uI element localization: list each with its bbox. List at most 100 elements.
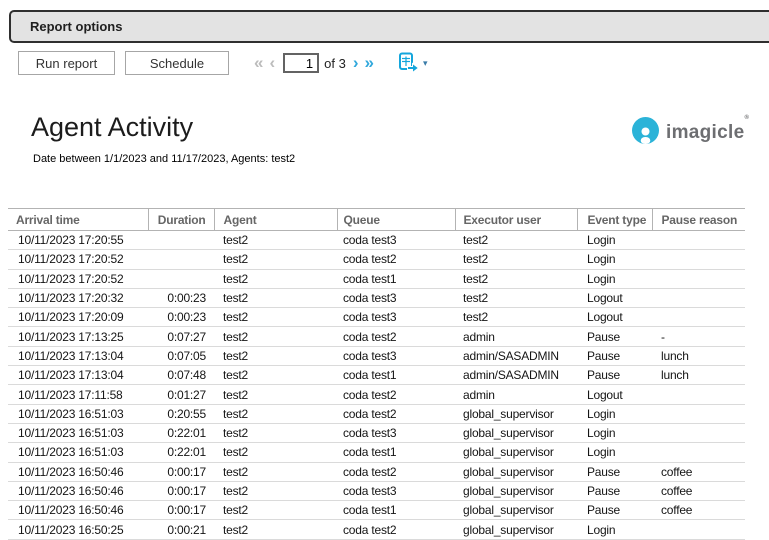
cell-queue: coda test2: [337, 462, 455, 481]
imagicle-logo-icon: [632, 117, 659, 149]
table-row: 10/11/2023 16:50:46 0:00:17 test2 coda t…: [8, 501, 745, 520]
cell-agent: test2: [214, 308, 337, 327]
cell-duration: 0:00:23: [148, 288, 214, 307]
cell-agent: test2: [214, 327, 337, 346]
cell-duration: 0:07:48: [148, 366, 214, 385]
cell-executor-user: test2: [455, 231, 577, 250]
table-header-row: Arrival time Duration Agent Queue Execut…: [8, 209, 745, 231]
cell-pause-reason: [652, 269, 745, 288]
cell-agent: test2: [214, 231, 337, 250]
cell-arrival-time: 10/11/2023 16:51:03: [8, 443, 148, 462]
cell-queue: coda test2: [337, 250, 455, 269]
cell-duration: 0:00:17: [148, 462, 214, 481]
cell-arrival-time: 10/11/2023 17:20:32: [8, 288, 148, 307]
table-row: 10/11/2023 16:50:46 0:00:17 test2 coda t…: [8, 481, 745, 500]
cell-arrival-time: 10/11/2023 16:51:03: [8, 404, 148, 423]
cell-arrival-time: 10/11/2023 17:20:09: [8, 308, 148, 327]
table-row: 10/11/2023 16:50:25 0:00:21 test2 coda t…: [8, 520, 745, 539]
next-page-icon[interactable]: ›: [353, 53, 359, 73]
cell-pause-reason: [652, 308, 745, 327]
export-report-button[interactable]: ▾: [397, 52, 428, 75]
report-options-title: Report options: [30, 19, 122, 34]
cell-queue: coda test3: [337, 423, 455, 442]
cell-pause-reason: [652, 231, 745, 250]
table-row: 10/11/2023 16:50:46 0:00:17 test2 coda t…: [8, 462, 745, 481]
cell-event-type: Logout: [577, 385, 652, 404]
table-row: 10/11/2023 17:20:52 test2 coda test2 tes…: [8, 250, 745, 269]
cell-agent: test2: [214, 346, 337, 365]
cell-queue: coda test1: [337, 501, 455, 520]
cell-event-type: Logout: [577, 308, 652, 327]
table-row: 10/11/2023 17:13:04 0:07:05 test2 coda t…: [8, 346, 745, 365]
cell-duration: 0:00:17: [148, 481, 214, 500]
previous-page-icon[interactable]: ‹: [269, 53, 275, 73]
cell-queue: coda test3: [337, 231, 455, 250]
cell-duration: 0:00:23: [148, 308, 214, 327]
cell-arrival-time: 10/11/2023 16:50:25: [8, 520, 148, 539]
column-header-pause-reason: Pause reason: [652, 209, 745, 231]
pagination: « ‹ of 3 › »: [251, 53, 377, 73]
cell-agent: test2: [214, 404, 337, 423]
cell-event-type: Pause: [577, 327, 652, 346]
table-row: 10/11/2023 17:11:58 0:01:27 test2 coda t…: [8, 385, 745, 404]
cell-pause-reason: [652, 288, 745, 307]
cell-arrival-time: 10/11/2023 17:20:52: [8, 269, 148, 288]
cell-queue: coda test3: [337, 288, 455, 307]
cell-queue: coda test2: [337, 520, 455, 539]
cell-agent: test2: [214, 288, 337, 307]
cell-arrival-time: 10/11/2023 17:20:52: [8, 250, 148, 269]
registered-trademark-mark: ®: [744, 115, 749, 121]
cell-queue: coda test1: [337, 443, 455, 462]
cell-arrival-time: 10/11/2023 16:50:46: [8, 462, 148, 481]
cell-pause-reason: [652, 443, 745, 462]
cell-queue: coda test1: [337, 269, 455, 288]
cell-event-type: Login: [577, 231, 652, 250]
cell-agent: test2: [214, 481, 337, 500]
table-row: 10/11/2023 17:20:32 0:00:23 test2 coda t…: [8, 288, 745, 307]
cell-executor-user: global_supervisor: [455, 462, 577, 481]
cell-queue: coda test2: [337, 385, 455, 404]
cell-event-type: Pause: [577, 346, 652, 365]
column-header-event-type: Event type: [577, 209, 652, 231]
cell-queue: coda test3: [337, 481, 455, 500]
cell-queue: coda test3: [337, 308, 455, 327]
cell-arrival-time: 10/11/2023 17:11:58: [8, 385, 148, 404]
table-body: 10/11/2023 17:20:55 test2 coda test3 tes…: [8, 231, 745, 540]
run-report-button[interactable]: Run report: [18, 51, 115, 75]
imagicle-logo: imagicle®: [632, 117, 749, 149]
cell-event-type: Login: [577, 423, 652, 442]
cell-agent: test2: [214, 520, 337, 539]
cell-pause-reason: [652, 423, 745, 442]
cell-agent: test2: [214, 366, 337, 385]
cell-arrival-time: 10/11/2023 17:20:55: [8, 231, 148, 250]
first-page-icon[interactable]: «: [254, 53, 263, 73]
schedule-button[interactable]: Schedule: [125, 51, 229, 75]
column-header-queue: Queue: [337, 209, 455, 231]
cell-executor-user: test2: [455, 269, 577, 288]
cell-pause-reason: coffee: [652, 501, 745, 520]
cell-pause-reason: [652, 250, 745, 269]
report-options-header[interactable]: Report options: [9, 10, 769, 43]
column-header-duration: Duration: [148, 209, 214, 231]
cell-duration: 0:22:01: [148, 423, 214, 442]
cell-agent: test2: [214, 443, 337, 462]
report-toolbar: Run report Schedule « ‹ of 3 › » ▾: [18, 51, 428, 75]
cell-executor-user: global_supervisor: [455, 501, 577, 520]
last-page-icon[interactable]: »: [365, 53, 374, 73]
cell-pause-reason: lunch: [652, 366, 745, 385]
cell-duration: 0:07:27: [148, 327, 214, 346]
cell-pause-reason: coffee: [652, 481, 745, 500]
cell-agent: test2: [214, 385, 337, 404]
export-report-icon: [397, 52, 419, 75]
cell-agent: test2: [214, 269, 337, 288]
table-row: 10/11/2023 17:20:55 test2 coda test3 tes…: [8, 231, 745, 250]
cell-event-type: Login: [577, 269, 652, 288]
page-number-input[interactable]: [283, 53, 319, 73]
cell-pause-reason: lunch: [652, 346, 745, 365]
cell-executor-user: test2: [455, 308, 577, 327]
cell-executor-user: global_supervisor: [455, 423, 577, 442]
cell-executor-user: global_supervisor: [455, 481, 577, 500]
column-header-executor-user: Executor user: [455, 209, 577, 231]
table-row: 10/11/2023 16:51:03 0:22:01 test2 coda t…: [8, 423, 745, 442]
column-header-arrival-time: Arrival time: [8, 209, 148, 231]
